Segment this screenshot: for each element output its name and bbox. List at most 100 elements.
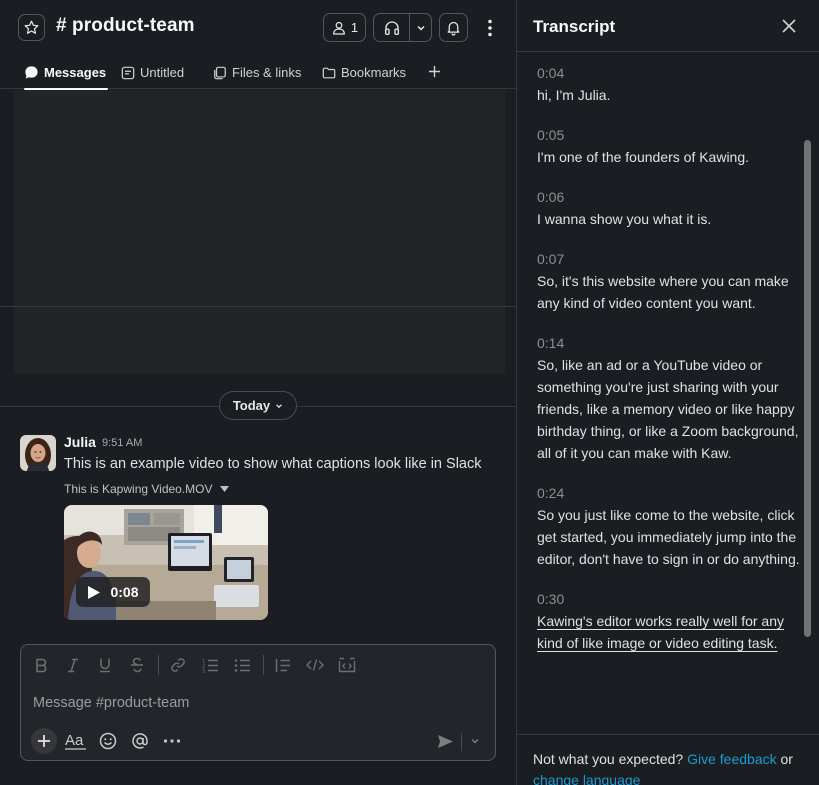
plus-icon — [38, 735, 50, 747]
message-timestamp[interactable]: 9:51 AM — [102, 437, 142, 449]
schedule-send-button[interactable] — [467, 730, 483, 752]
members-button[interactable]: 1 — [323, 13, 366, 42]
transcript-pane: Transcript 0:04 hi, I'm Julia. 0:05 I'm one… — [517, 0, 819, 785]
start-huddle-button[interactable] — [374, 14, 411, 41]
video-thumbnail[interactable]: 0:08 — [64, 505, 268, 620]
channel-tabs: Messages Untitled Files & links Bookmark… — [0, 56, 516, 90]
toolbar-separator — [158, 655, 159, 675]
date-label: Today — [232, 398, 271, 413]
blockquote-button[interactable] — [273, 653, 293, 677]
change-language-link[interactable]: change language — [533, 772, 640, 785]
code-button[interactable] — [305, 653, 325, 677]
transcript-entry[interactable]: 0:14 So, like an ad or a YouTube video or… — [537, 332, 801, 464]
link-icon — [171, 658, 185, 672]
huddle-button[interactable] — [373, 13, 432, 42]
svg-text:Aa: Aa — [65, 732, 84, 749]
more-actions-button[interactable] — [161, 730, 183, 752]
message-input[interactable]: Message #product-team — [33, 695, 189, 711]
transcript-header: Transcript — [517, 0, 819, 52]
transcript-entry[interactable]: 0:05 I'm one of the founders of Kawing. — [537, 124, 801, 168]
transcript-entry[interactable]: 0:04 hi, I'm Julia. — [537, 62, 801, 106]
tab-label: Messages — [44, 65, 107, 80]
channel-pane: # product-team 1 Messages Untitled Files… — [0, 0, 516, 785]
close-icon — [782, 19, 796, 33]
transcript-timestamp[interactable]: 0:24 — [537, 482, 801, 504]
bold-button[interactable] — [31, 653, 51, 677]
tab-label: Files & links — [232, 65, 302, 80]
transcript-text: So you just like come to the website, cl… — [537, 507, 800, 567]
headphones-icon — [384, 20, 399, 35]
toolbar-separator — [263, 655, 264, 675]
code-icon — [306, 659, 324, 671]
message-separator — [0, 306, 516, 307]
tab-bookmarks[interactable]: Bookmarks — [322, 56, 406, 89]
plus-icon — [428, 65, 440, 77]
give-feedback-link[interactable]: Give feedback — [687, 751, 777, 767]
huddle-options-button[interactable] — [410, 14, 431, 41]
transcript-timestamp[interactable]: 0:07 — [537, 248, 801, 270]
underline-button[interactable] — [95, 653, 115, 677]
transcript-scrollbar[interactable] — [804, 140, 811, 637]
transcript-list: 0:04 hi, I'm Julia. 0:05 I'm one of the fou… — [537, 58, 801, 672]
video-play-button[interactable]: 0:08 — [76, 577, 150, 607]
transcript-entry[interactable]: 0:06 I wanna show you what it is. — [537, 186, 801, 230]
channel-header: # product-team 1 — [0, 0, 516, 52]
formatting-toggle-button[interactable]: Aa — [65, 730, 87, 752]
canvas-icon — [121, 66, 135, 79]
member-count: 1 — [350, 20, 359, 35]
mention-button[interactable] — [129, 730, 151, 752]
transcript-timestamp[interactable]: 0:14 — [537, 332, 801, 354]
star-icon — [24, 20, 39, 34]
attachment-filename: This is Kapwing Video.MOV — [64, 482, 213, 496]
message-text: This is an example video to show what ca… — [64, 456, 482, 472]
tab-untitled[interactable]: Untitled — [121, 56, 184, 89]
transcript-entry[interactable]: 0:30 Kawing's editor works really well fo… — [537, 588, 801, 654]
send-button[interactable] — [435, 730, 455, 752]
transcript-timestamp[interactable]: 0:06 — [537, 186, 801, 208]
star-channel-button[interactable] — [18, 14, 45, 41]
channel-title[interactable]: # product-team — [56, 15, 195, 37]
add-tab-button[interactable] — [425, 60, 443, 82]
message-composer: 123 Message #product-team Aa — [20, 644, 496, 761]
emoji-icon — [99, 732, 117, 750]
tab-label: Bookmarks — [341, 65, 407, 80]
strikethrough-icon — [131, 657, 143, 673]
ellipsis-icon — [163, 739, 181, 743]
message-author[interactable]: Julia — [64, 434, 96, 450]
svg-text:3: 3 — [202, 669, 205, 673]
send-icon — [437, 734, 453, 748]
chevron-down-icon — [417, 25, 425, 31]
feedback-prefix: Not what you expected? — [533, 751, 684, 767]
caret-down-icon — [219, 486, 229, 492]
emoji-button[interactable] — [97, 730, 119, 752]
code-block-button[interactable] — [337, 653, 357, 677]
transcript-text: I wanna show you what it is. — [537, 211, 712, 227]
avatar[interactable] — [20, 435, 56, 471]
tab-files-links[interactable]: Files & links — [213, 56, 301, 89]
transcript-timestamp[interactable]: 0:05 — [537, 124, 801, 146]
strikethrough-button[interactable] — [127, 653, 147, 677]
attach-button[interactable] — [31, 728, 57, 754]
date-divider-today[interactable]: Today — [219, 391, 297, 420]
transcript-timestamp[interactable]: 0:04 — [537, 62, 801, 84]
link-button[interactable] — [168, 653, 188, 677]
tab-messages[interactable]: Messages — [24, 56, 109, 90]
ordered-list-button[interactable]: 123 — [200, 653, 220, 677]
bulleted-list-button[interactable] — [232, 653, 252, 677]
attachment-name[interactable]: This is Kapwing Video.MOV — [64, 482, 230, 496]
transcript-footer: Not what you expected? Give feedback or … — [517, 734, 819, 785]
bold-icon — [35, 658, 46, 672]
close-transcript-button[interactable] — [780, 17, 798, 35]
kebab-menu-icon — [488, 19, 492, 37]
play-icon — [88, 585, 101, 599]
transcript-entry[interactable]: 0:07 So, it's this website where you can … — [537, 248, 801, 314]
chevron-down-icon — [471, 739, 479, 744]
more-options-button[interactable] — [480, 14, 500, 42]
notifications-button[interactable] — [439, 13, 468, 42]
transcript-timestamp[interactable]: 0:30 — [537, 588, 801, 610]
italic-button[interactable] — [63, 653, 83, 677]
bell-icon — [447, 21, 460, 36]
transcript-entry[interactable]: 0:24 So you just like come to the website… — [537, 482, 801, 570]
previous-video-player[interactable] — [14, 90, 505, 374]
italic-icon — [68, 658, 78, 672]
